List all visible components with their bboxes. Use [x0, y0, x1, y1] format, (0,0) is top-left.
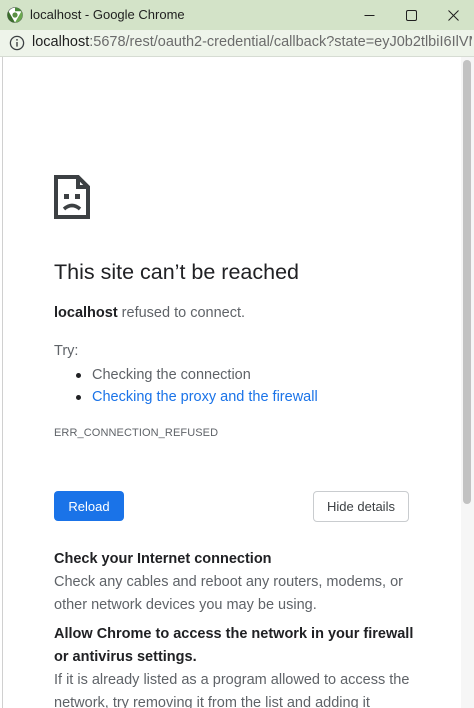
list-item: Checking the proxy and the firewall: [54, 386, 318, 408]
list-item: Checking the connection: [54, 364, 318, 386]
url-host: localhost: [32, 34, 90, 50]
minimize-icon: [364, 14, 374, 16]
title-bar: localhost - Google Chrome: [0, 0, 474, 30]
error-heading: This site can’t be reached: [54, 260, 299, 284]
url-text[interactable]: localhost:5678/rest/oauth2-credential/ca…: [32, 34, 472, 50]
suggestion-check-connection: Checking the connection: [92, 367, 251, 383]
error-page: This site can’t be reached localhost ref…: [2, 57, 461, 708]
details-body-firewall: If it is already listed as a program all…: [54, 672, 410, 708]
chrome-icon: [7, 7, 23, 23]
suggestions-list: Checking the connection Checking the pro…: [54, 364, 318, 408]
window-title: localhost - Google Chrome: [30, 7, 185, 22]
minimize-button[interactable]: [348, 0, 390, 30]
sad-document-icon: [54, 175, 90, 219]
close-button[interactable]: [432, 0, 474, 30]
suggestion-proxy-firewall-link[interactable]: Checking the proxy and the firewall: [92, 389, 318, 405]
error-message: localhost refused to connect.: [54, 305, 245, 321]
details-body-internet: Check any cables and reboot any routers,…: [54, 574, 403, 613]
details-title-internet: Check your Internet connection: [54, 551, 272, 567]
close-icon: [447, 9, 459, 21]
scrollbar-thumb[interactable]: [463, 60, 471, 504]
address-bar: localhost:5678/rest/oauth2-credential/ca…: [0, 30, 474, 57]
hide-details-button[interactable]: Hide details: [313, 491, 409, 522]
details-section: Check your Internet connection Check any…: [54, 548, 414, 708]
error-code: ERR_CONNECTION_REFUSED: [54, 427, 219, 439]
reload-button[interactable]: Reload: [54, 491, 124, 521]
maximize-icon: [405, 9, 417, 21]
error-message-text: refused to connect.: [117, 305, 246, 321]
url-path: :5678/rest/oauth2-credential/callback?st…: [89, 34, 472, 50]
error-host: localhost: [54, 305, 118, 321]
info-icon[interactable]: [9, 35, 25, 51]
details-title-firewall: Allow Chrome to access the network in yo…: [54, 626, 414, 665]
try-label: Try:: [54, 343, 79, 359]
maximize-button[interactable]: [390, 0, 432, 30]
